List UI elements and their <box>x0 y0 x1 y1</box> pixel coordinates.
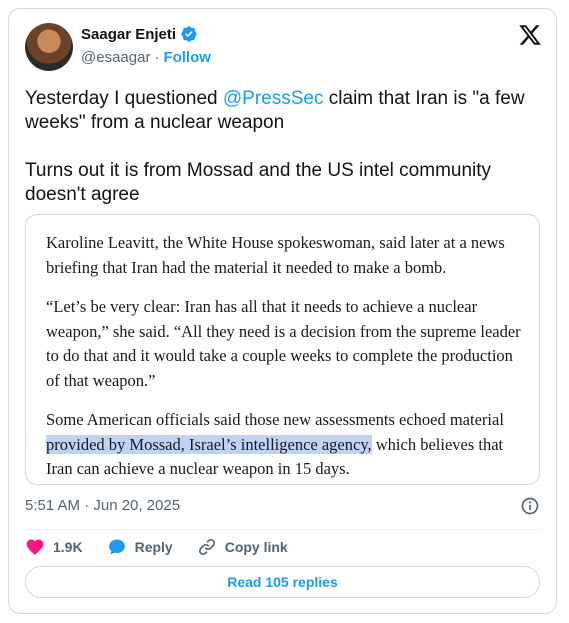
excerpt-paragraph-1: Karoline Leavitt, the White House spokes… <box>46 233 505 277</box>
excerpt-paragraph-3: Some American officials said those new a… <box>46 408 526 482</box>
reply-label: Reply <box>134 539 173 555</box>
attached-image[interactable]: Karoline Leavitt, the White House spokes… <box>25 214 540 485</box>
mention-link[interactable]: @PressSec <box>223 88 324 109</box>
article-excerpt: Karoline Leavitt, the White House spokes… <box>46 231 526 484</box>
copy-link-label: Copy link <box>224 539 288 555</box>
like-button[interactable]: 1.9K <box>25 537 83 557</box>
follow-button[interactable]: Follow <box>163 49 211 66</box>
reply-bubble-icon <box>108 539 125 555</box>
copy-link-button[interactable]: Copy link <box>197 537 288 557</box>
highlighted-text: provided by Mossad, Israel’s intelligenc… <box>46 434 372 454</box>
avatar[interactable] <box>25 23 73 71</box>
author-name-row: Saagar Enjeti <box>81 25 198 43</box>
action-bar: 1.9K Reply Copy link <box>25 534 312 560</box>
link-icon <box>198 538 215 556</box>
like-count: 1.9K <box>53 539 83 555</box>
timestamp[interactable]: 5:51 AM · Jun 20, 2025 <box>25 497 180 514</box>
heart-icon <box>26 539 44 555</box>
info-icon[interactable] <box>520 496 540 516</box>
author-name[interactable]: Saagar Enjeti <box>81 26 176 43</box>
reply-button[interactable]: Reply <box>107 537 173 557</box>
excerpt-paragraph-2: “Let’s be very clear: Iran has all that … <box>46 297 521 390</box>
tweet-paragraph-1: Yesterday I questioned @PressSec claim t… <box>25 87 540 135</box>
author-handle[interactable]: @esaagar <box>81 49 150 66</box>
read-replies-button[interactable]: Read 105 replies <box>25 566 540 598</box>
verified-badge-icon <box>181 26 197 42</box>
divider <box>25 529 540 530</box>
tweet-text-fragment: Yesterday I questioned <box>25 88 223 109</box>
tweet-text: Yesterday I questioned @PressSec claim t… <box>25 87 540 207</box>
x-logo-icon[interactable] <box>518 23 542 47</box>
tweet-card: Saagar Enjeti @esaagar · Follow Yesterda… <box>8 8 557 614</box>
handle-separator: · <box>154 49 160 66</box>
excerpt-text-fragment: Some American officials said those new a… <box>46 410 504 429</box>
tweet-paragraph-2: Turns out it is from Mossad and the US i… <box>25 160 492 205</box>
handle-row: @esaagar · Follow <box>81 49 211 66</box>
